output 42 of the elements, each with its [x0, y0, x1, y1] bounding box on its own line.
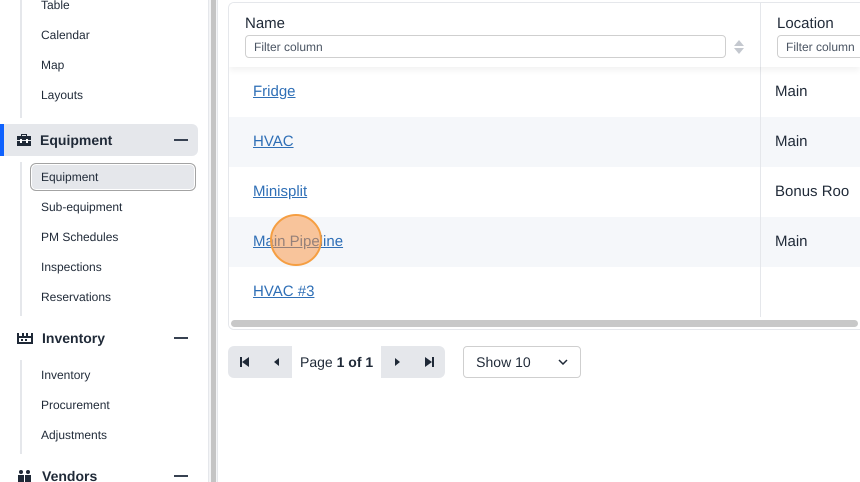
page-indicator: Page 1 of 1: [299, 352, 374, 372]
people-icon: [16, 469, 34, 482]
sidebar-item[interactable]: Layouts: [30, 81, 196, 109]
chevron-down-icon: [558, 359, 568, 365]
sidebar-item[interactable]: Inspections: [30, 253, 196, 281]
warehouse-icon: [16, 331, 34, 345]
table-cell-text: Main: [774, 132, 809, 152]
sidebar-item[interactable]: Equipment: [30, 163, 196, 191]
previous-page-icon: [274, 358, 278, 366]
sidebar-item[interactable]: PM Schedules: [30, 223, 196, 251]
page-size-dropdown[interactable]: Show 10: [463, 346, 582, 378]
sidebar-item[interactable]: Adjustments: [30, 421, 196, 449]
equipment-link[interactable]: HVAC #3: [253, 280, 314, 304]
table-cell-text: Main: [774, 82, 809, 102]
filter-field[interactable]: Filter column: [245, 35, 726, 58]
sidebar-item[interactable]: Inventory: [30, 361, 196, 389]
sidebar-section-label: Inventory: [42, 328, 106, 348]
sidebar-item[interactable]: Reservations: [30, 283, 196, 311]
toolbox-icon: [16, 133, 32, 147]
table-cell-text: Bonus Roo: [774, 182, 850, 202]
equipment-link[interactable]: HVAC: [253, 130, 294, 154]
filter-field[interactable]: Filter column: [777, 35, 860, 58]
sort-icon[interactable]: [734, 40, 744, 54]
column-header: Name: [245, 14, 286, 34]
sidebar-section-header[interactable]: Vendors: [0, 460, 198, 482]
sidebar-item[interactable]: Table: [30, 0, 196, 19]
sidebar-item[interactable]: Sub-equipment: [30, 193, 196, 221]
equipment-link[interactable]: Minisplit: [253, 180, 308, 204]
column-header: Location: [777, 14, 835, 34]
table-cell-text: Main: [774, 232, 809, 252]
horizontal-scrollbar[interactable]: [231, 320, 858, 326]
sidebar-section-header[interactable]: Inventory: [0, 322, 198, 354]
sidebar-section-label: Equipment: [40, 130, 114, 150]
sidebar-section-header[interactable]: Equipment: [0, 124, 198, 156]
first-page-icon: [240, 357, 248, 367]
sidebar-section-label: Vendors: [42, 466, 98, 482]
equipment-link[interactable]: Fridge: [253, 80, 296, 104]
last-page-icon: [424, 357, 434, 367]
sidebar-item[interactable]: Calendar: [30, 21, 196, 49]
next-page-icon: [394, 358, 400, 366]
sidebar-item[interactable]: Procurement: [30, 391, 196, 419]
sidebar-item[interactable]: Map: [30, 51, 196, 79]
